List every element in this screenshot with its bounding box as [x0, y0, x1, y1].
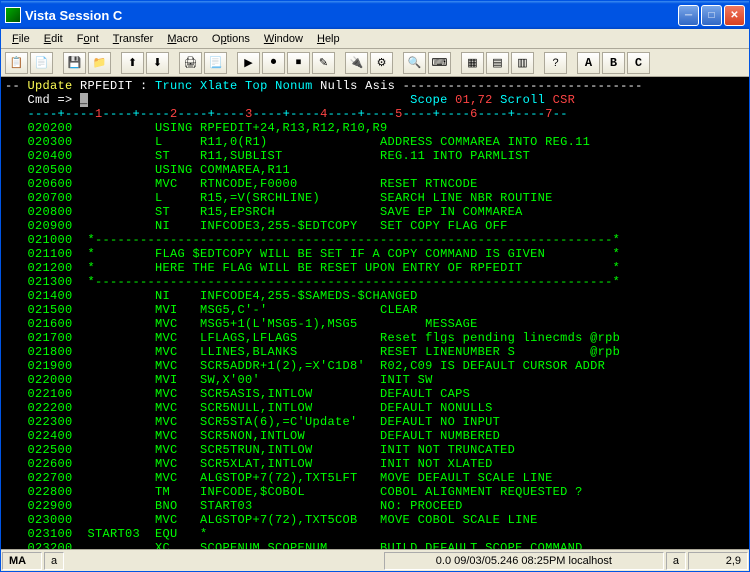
tool-transfer-up[interactable]: ⬆	[121, 52, 144, 74]
status-cursor-pos: 2,9	[688, 552, 748, 570]
session-b-button[interactable]: B	[602, 52, 625, 74]
tool-macro-rec[interactable]: ⏺	[262, 52, 285, 74]
menu-options[interactable]: Options	[205, 31, 257, 47]
tool-keys[interactable]: ⌨	[428, 52, 451, 74]
tool-connect[interactable]: 🔌	[345, 52, 368, 74]
tool-save[interactable]: 💾	[63, 52, 86, 74]
status-time: 0.0 09/03/05.246 08:25PM localhost	[384, 552, 664, 570]
menu-edit[interactable]: Edit	[37, 31, 70, 47]
app-icon	[5, 7, 21, 23]
tool-help[interactable]: ?	[544, 52, 567, 74]
menu-transfer[interactable]: Transfer	[106, 31, 161, 47]
status-ind2: a	[666, 552, 686, 570]
status-mode: MA	[2, 552, 42, 570]
tool-macro-play[interactable]: ▶	[237, 52, 260, 74]
tool-win1[interactable]: ▦	[461, 52, 484, 74]
menu-font[interactable]: Font	[70, 31, 106, 47]
tool-win2[interactable]: ▤	[486, 52, 509, 74]
titlebar: Vista Session C ─ □ ✕	[1, 1, 749, 29]
status-indicator: a	[44, 552, 64, 570]
window-title: Vista Session C	[25, 8, 678, 23]
statusbar: MA a 0.0 09/03/05.246 08:25PM localhost …	[1, 549, 749, 571]
toolbar: 📋 📄 💾 📁 ⬆ ⬇ 🖨 📃 ▶ ⏺ ⏹ ✎ 🔌 ⚙ 🔍 ⌨ ▦ ▤ ▥ ? …	[1, 49, 749, 77]
menu-file[interactable]: File	[5, 31, 37, 47]
menu-window[interactable]: Window	[257, 31, 310, 47]
tool-doc[interactable]: 📃	[204, 52, 227, 74]
menu-macro[interactable]: Macro	[160, 31, 205, 47]
maximize-button[interactable]: □	[701, 5, 722, 26]
tool-open[interactable]: 📁	[88, 52, 111, 74]
tool-print[interactable]: 🖨	[179, 52, 202, 74]
minimize-button[interactable]: ─	[678, 5, 699, 26]
tool-find[interactable]: 🔍	[403, 52, 426, 74]
session-c-button[interactable]: C	[627, 52, 650, 74]
tool-paste[interactable]: 📄	[30, 52, 53, 74]
close-button[interactable]: ✕	[724, 5, 745, 26]
menu-help[interactable]: Help	[310, 31, 347, 47]
tool-settings[interactable]: ⚙	[370, 52, 393, 74]
tool-macro-stop[interactable]: ⏹	[287, 52, 310, 74]
tool-transfer-down[interactable]: ⬇	[146, 52, 169, 74]
menubar: File Edit Font Transfer Macro Options Wi…	[1, 29, 749, 49]
tool-macro-edit[interactable]: ✎	[312, 52, 335, 74]
tool-win3[interactable]: ▥	[511, 52, 534, 74]
session-a-button[interactable]: A	[577, 52, 600, 74]
tool-copy[interactable]: 📋	[5, 52, 28, 74]
terminal[interactable]: -- Update RPFEDIT : Trunc Xlate Top Nonu…	[1, 77, 749, 549]
